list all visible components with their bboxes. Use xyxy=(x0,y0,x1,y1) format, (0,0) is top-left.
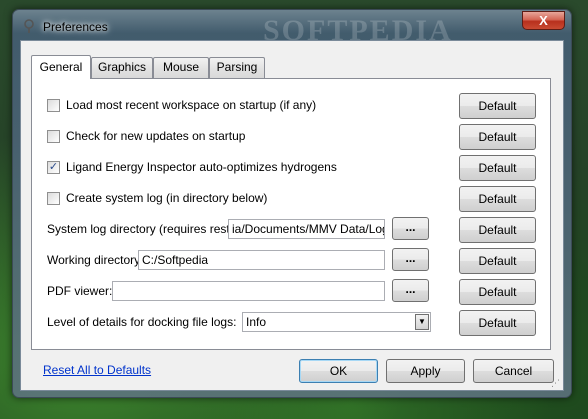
docking-logs-level-label: Level of details for docking file logs: xyxy=(47,315,237,329)
reset-all-defaults-link[interactable]: Reset All to Defaults xyxy=(43,363,151,377)
default-button-pdf-viewer[interactable]: Default xyxy=(459,279,536,305)
resize-grip[interactable]: ⋰ xyxy=(551,378,561,388)
chevron-down-icon[interactable]: ▼ xyxy=(415,314,429,330)
tab-parsing[interactable]: Parsing xyxy=(209,57,265,78)
auto-optimize-hydrogens-checkbox[interactable]: ✓ xyxy=(47,161,60,174)
close-icon: X xyxy=(539,13,548,28)
title-bar[interactable]: Preferences SOFTPEDIA X xyxy=(13,10,571,47)
default-button-load-workspace[interactable]: Default xyxy=(459,93,536,119)
default-button-working-dir[interactable]: Default xyxy=(459,248,536,274)
general-tab-panel: Load most recent workspace on startup (i… xyxy=(31,78,551,350)
default-button-check-updates[interactable]: Default xyxy=(459,124,536,150)
default-button-auto-optimize[interactable]: Default xyxy=(459,155,536,181)
tab-graphics[interactable]: Graphics xyxy=(91,57,153,78)
ok-button[interactable]: OK xyxy=(299,359,378,383)
auto-optimize-hydrogens-label: Ligand Energy Inspector auto-optimizes h… xyxy=(66,160,337,174)
browse-button-pdf-viewer[interactable]: ... xyxy=(392,279,429,302)
load-workspace-checkbox[interactable] xyxy=(47,99,60,112)
dialog-client-area: General Graphics Mouse Parsing Load most… xyxy=(20,40,564,391)
default-button-system-log-dir[interactable]: Default xyxy=(459,217,536,243)
system-log-directory-input[interactable]: ia/Documents/MMV Data/Logs xyxy=(228,219,385,239)
docking-logs-level-select[interactable]: Info ▼ xyxy=(242,312,431,332)
preferences-window: Preferences SOFTPEDIA X General Graphics… xyxy=(12,9,572,398)
working-directory-label: Working directory: xyxy=(47,253,144,267)
pdf-viewer-label: PDF viewer: xyxy=(47,284,113,298)
working-directory-input[interactable]: C:/Softpedia xyxy=(138,250,385,270)
load-workspace-label: Load most recent workspace on startup (i… xyxy=(66,98,317,112)
cancel-button[interactable]: Cancel xyxy=(473,359,554,383)
browse-button-working-dir[interactable]: ... xyxy=(392,248,429,271)
pdf-viewer-input[interactable] xyxy=(112,281,385,301)
system-log-directory-label: System log directory (requires restart): xyxy=(47,222,252,236)
tab-general[interactable]: General xyxy=(31,55,91,79)
window-title: Preferences xyxy=(43,20,108,34)
create-system-log-checkbox[interactable] xyxy=(47,192,60,205)
magnifier-icon xyxy=(24,19,34,33)
tab-mouse[interactable]: Mouse xyxy=(153,57,209,78)
default-button-system-log[interactable]: Default xyxy=(459,186,536,212)
apply-button[interactable]: Apply xyxy=(386,359,465,383)
check-updates-label: Check for new updates on startup xyxy=(66,129,246,143)
check-updates-checkbox[interactable] xyxy=(47,130,60,143)
create-system-log-label: Create system log (in directory below) xyxy=(66,191,268,205)
default-button-docking-logs[interactable]: Default xyxy=(459,310,536,336)
browse-button-system-log[interactable]: ... xyxy=(392,217,429,240)
close-button[interactable]: X xyxy=(522,11,565,30)
docking-logs-level-value: Info xyxy=(246,315,267,329)
